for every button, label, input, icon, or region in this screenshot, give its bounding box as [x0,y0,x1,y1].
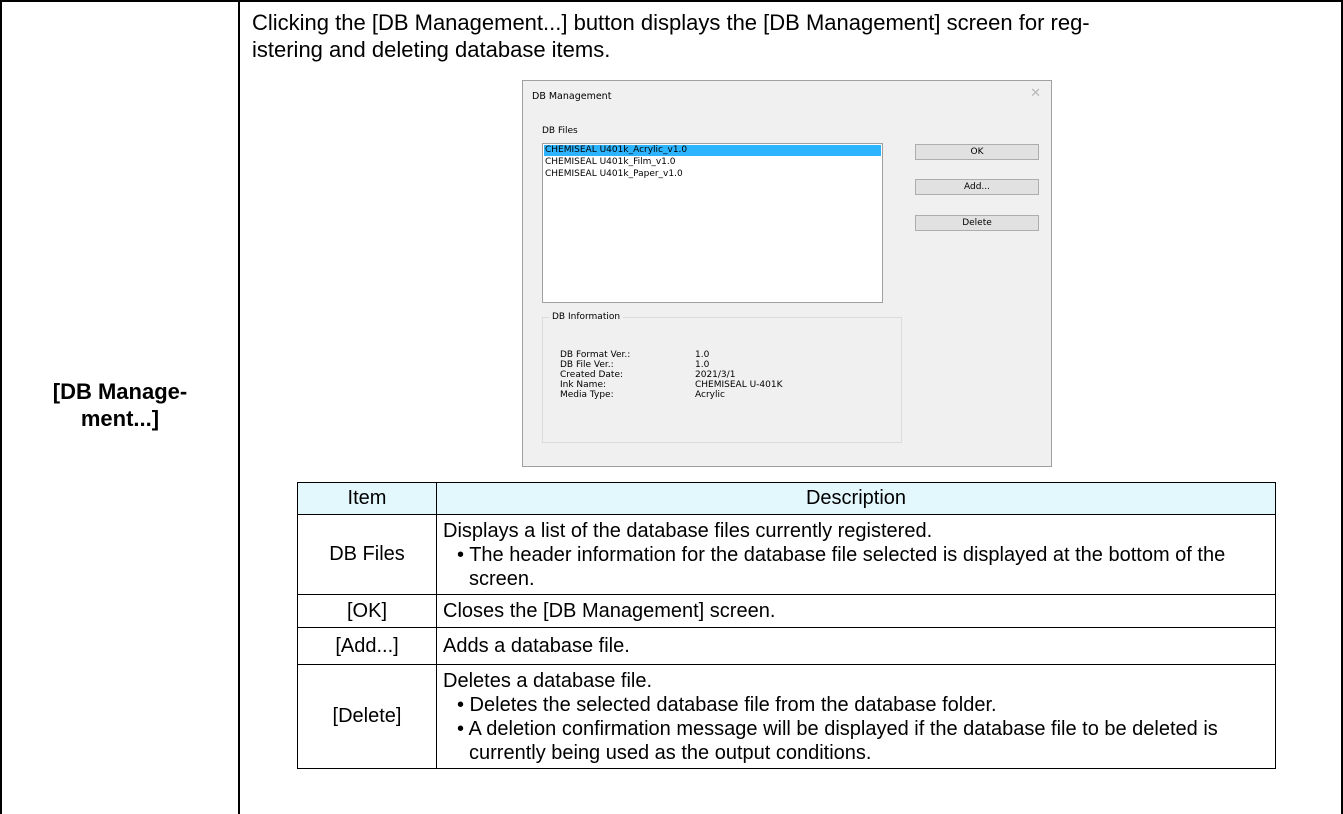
info-value: 1.0 [695,350,710,360]
info-row: DB Format Ver.: 1.0 [560,350,890,360]
info-row: DB File Ver.: 1.0 [560,360,890,370]
db-information-group: DB Information DB Format Ver.: 1.0 DB Fi… [542,312,902,443]
info-value: CHEMISEAL U-401K [695,380,783,390]
close-icon[interactable]: ✕ [1030,87,1041,100]
table-row: [Delete] Deletes a database file. • Dele… [297,664,1276,769]
info-value: 2021/3/1 [695,370,736,380]
info-value: Acrylic [695,390,725,400]
description-text: Deletes a database file. [443,670,653,692]
description-bullet: • A deletion confirmation message will b… [457,718,1218,764]
info-key: DB Format Ver.: [560,350,631,360]
db-management-dialog: DB Management ✕ DB Files CHEMISEAL U401k… [522,80,1052,467]
info-key: Media Type: [560,390,614,400]
info-key: Created Date: [560,370,624,380]
top-border [0,0,1343,2]
info-row: Ink Name: CHEMISEAL U-401K [560,380,890,390]
info-value: 1.0 [695,360,710,370]
row-label: [DB Manage- ment...] [20,378,220,432]
intro-line-1: Clicking the [DB Management...] button d… [252,10,1090,35]
left-border [0,0,2,814]
info-row: Media Type: Acrylic [560,390,890,400]
db-information-title: DB Information [549,312,624,322]
item-cell: [Delete] [297,664,437,769]
description-text: Displays a list of the database files cu… [443,520,933,542]
db-files-label: DB Files [542,126,578,136]
db-file-item[interactable]: CHEMISEAL U401k_Paper_v1.0 [544,169,881,180]
header-item: Item [297,482,437,515]
dialog-title: DB Management [532,91,612,102]
description-cell: Deletes a database file. • Deletes the s… [436,664,1276,769]
add-button[interactable]: Add... [915,179,1039,195]
description-table: Item Description DB Files Displays a lis… [297,482,1276,769]
description-bullet: • The header information for the databas… [457,544,1226,590]
item-cell: [Add...] [297,627,437,665]
intro-paragraph: Clicking the [DB Management...] button d… [252,9,1327,63]
info-row: Created Date: 2021/3/1 [560,370,890,380]
info-key: DB File Ver.: [560,360,614,370]
table-row: [Add...] Adds a database file. [297,627,1276,665]
description-cell: Closes the [DB Management] screen. [436,594,1276,628]
table-row: [OK] Closes the [DB Management] screen. [297,594,1276,628]
description-text: Closes the [DB Management] screen. [443,600,776,622]
info-key: Ink Name: [560,380,607,390]
intro-line-2: istering and deleting database items. [252,37,611,62]
ok-button[interactable]: OK [915,144,1039,160]
description-bullet: • Deletes the selected database file fro… [457,694,997,716]
row-label-line-2: ment...] [80,406,160,431]
table-row: DB Files Displays a list of the database… [297,514,1276,595]
delete-button[interactable]: Delete [915,215,1039,231]
column-divider [238,0,240,814]
db-file-item[interactable]: CHEMISEAL U401k_Acrylic_v1.0 [544,145,881,156]
item-cell: [OK] [297,594,437,628]
table-header-row: Item Description [297,482,1276,515]
description-cell: Adds a database file. [436,627,1276,665]
db-file-item[interactable]: CHEMISEAL U401k_Film_v1.0 [544,157,881,168]
header-description: Description [436,482,1276,515]
row-label-line-1: [DB Manage- [52,379,188,404]
item-cell: DB Files [297,514,437,595]
description-cell: Displays a list of the database files cu… [436,514,1276,595]
description-text: Adds a database file. [443,635,630,657]
db-files-list[interactable]: CHEMISEAL U401k_Acrylic_v1.0 CHEMISEAL U… [542,143,883,303]
